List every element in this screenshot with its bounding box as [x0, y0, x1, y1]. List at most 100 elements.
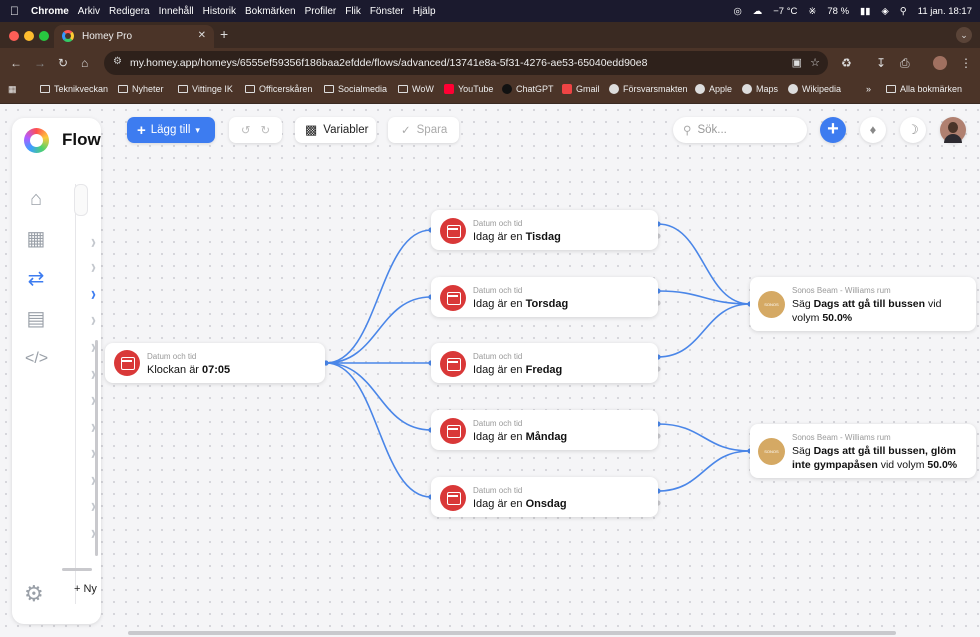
menu-item-bokmarken[interactable]: Bokmärken — [245, 6, 296, 17]
bluetooth-icon[interactable]: ※ — [808, 6, 816, 17]
bookmark-chatgpt[interactable]: ChatGPT — [502, 84, 554, 94]
cast-icon[interactable]: ▣ — [792, 56, 802, 69]
reload-icon[interactable]: ↻ — [58, 56, 68, 70]
all-bookmarks[interactable]: Alla bokmärken — [886, 84, 962, 94]
browser-chrome: Homey Pro ✕ + ⌄ ← → ↻ ⌂ ⚙ my.homey.app/h… — [0, 22, 980, 104]
folder-icon — [245, 85, 255, 93]
bookmark-star-icon[interactable]: ☆ — [810, 56, 820, 69]
menu-dots-icon[interactable]: ⋮ — [960, 56, 972, 70]
status-icon[interactable]: ◎ — [733, 6, 741, 17]
homey-app: Flow ⌂ ▦ ⇄ ▤ </> ❱ ❱ ❱ ❱ ❱ ❱ ❱ ❱ ❱ ❱ ❱ ❱… — [0, 104, 980, 637]
apple-icon[interactable]:  — [10, 4, 19, 18]
bookmark-maps[interactable]: Maps — [742, 84, 778, 94]
trigger-card[interactable]: Datum och tid Klockan är 07:05 — [105, 343, 325, 383]
action-device: Sonos Beam - Williams rum — [792, 433, 891, 442]
extensions-icon[interactable]: ♻ — [841, 56, 852, 70]
globe-icon — [695, 84, 705, 94]
address-bar[interactable]: ⚙ my.homey.app/homeys/6555ef59356f186baa… — [104, 51, 828, 75]
menu-item-hjalp[interactable]: Hjälp — [413, 6, 436, 17]
back-icon[interactable]: ← — [10, 56, 22, 70]
calendar-clock-icon — [440, 418, 466, 444]
print-icon[interactable]: ⎙ — [900, 56, 910, 71]
menu-item-historik[interactable]: Historik — [203, 6, 236, 17]
close-window-button[interactable] — [9, 31, 19, 41]
globe-icon — [788, 84, 798, 94]
tab-homey-pro[interactable]: Homey Pro ✕ — [54, 25, 214, 48]
cloud-icon: ☁ — [752, 5, 763, 17]
globe-icon — [742, 84, 752, 94]
datetime-text[interactable]: 11 jan. 18:17 — [918, 6, 972, 17]
action-card-sonos-2[interactable]: SONOS Sonos Beam - Williams rum Säg Dags… — [750, 424, 976, 478]
bookmark-officerskaren[interactable]: Officerskåren — [245, 84, 312, 94]
bookmark-socialmedia[interactable]: Socialmedia — [324, 84, 387, 94]
bookmark-gmail[interactable]: Gmail — [562, 84, 600, 94]
wire-condition-to-action[interactable] — [657, 303, 751, 358]
download-icon[interactable]: ↧ — [876, 56, 886, 70]
globe-icon — [609, 84, 619, 94]
condition-category: Datum och tid — [473, 486, 523, 495]
wire-condition-to-action[interactable] — [657, 423, 751, 452]
battery-icon[interactable]: ▮▮ — [860, 6, 870, 17]
minimize-window-button[interactable] — [24, 31, 34, 41]
bookmark-apple[interactable]: Apple — [695, 84, 732, 94]
condition-text: Idag är en Onsdag — [473, 498, 567, 510]
close-tab-icon[interactable]: ✕ — [198, 30, 206, 41]
wire-trigger-to-condition[interactable] — [325, 296, 432, 364]
action-device: Sonos Beam - Williams rum — [792, 286, 891, 295]
wire-trigger-to-condition[interactable] — [325, 229, 432, 364]
site-settings-icon[interactable]: ⚙ — [113, 56, 122, 67]
calendar-clock-icon — [114, 350, 140, 376]
bookmark-teknikveckan[interactable]: Teknikveckan — [40, 84, 108, 94]
maximize-window-button[interactable] — [39, 31, 49, 41]
menu-item-flik[interactable]: Flik — [345, 6, 361, 17]
homey-favicon-icon — [62, 30, 74, 42]
menu-item-arkiv[interactable]: Arkiv — [78, 6, 100, 17]
action-text: Säg Dags att gå till bussen, glöm inte g… — [792, 445, 958, 471]
condition-card-tisdag[interactable]: Datum och tid Idag är en Tisdag — [431, 210, 658, 250]
calendar-clock-icon — [440, 351, 466, 377]
search-icon[interactable]: ⚲ — [900, 6, 907, 17]
home-icon[interactable]: ⌂ — [81, 56, 88, 70]
tab-strip: Homey Pro ✕ + ⌄ — [0, 22, 980, 48]
menu-item-redigera[interactable]: Redigera — [109, 6, 150, 17]
apps-grid-icon[interactable]: ▦ — [8, 84, 17, 95]
action-card-sonos-1[interactable]: SONOS Sonos Beam - Williams rum Säg Dags… — [750, 277, 976, 331]
folder-icon — [324, 85, 334, 93]
wire-condition-to-action[interactable] — [657, 450, 751, 492]
wire-trigger-to-condition[interactable] — [325, 362, 432, 498]
folder-icon — [178, 85, 188, 93]
condition-text: Idag är en Torsdag — [473, 298, 569, 310]
bookmark-wow[interactable]: WoW — [398, 84, 434, 94]
profile-avatar[interactable] — [933, 56, 947, 70]
wifi-icon[interactable]: ◈ — [881, 6, 888, 17]
tab-title: Homey Pro — [82, 31, 133, 42]
condition-card-fredag[interactable]: Datum och tid Idag är en Fredag — [431, 343, 658, 383]
bookmark-youtube[interactable]: YouTube — [444, 84, 493, 94]
folder-icon — [118, 85, 128, 93]
menu-item-innehall[interactable]: Innehåll — [159, 6, 194, 17]
bookmark-vittinge-ik[interactable]: Vittinge IK — [178, 84, 233, 94]
condition-category: Datum och tid — [473, 286, 523, 295]
sonos-icon: SONOS — [758, 291, 785, 318]
tab-search-chevron-icon[interactable]: ⌄ — [956, 27, 972, 43]
weather-text[interactable]: −7 °C — [773, 6, 797, 17]
more-bookmarks-icon[interactable]: » — [866, 84, 871, 94]
menu-app-name[interactable]: Chrome — [31, 6, 69, 17]
condition-card-mandag[interactable]: Datum och tid Idag är en Måndag — [431, 410, 658, 450]
menu-item-fonster[interactable]: Fönster — [370, 6, 404, 17]
battery-text[interactable]: 78 % — [827, 6, 849, 17]
wire-trigger-to-condition[interactable] — [325, 362, 432, 431]
canvas-scrollbar[interactable] — [128, 631, 896, 635]
bookmark-forsvarsmakten[interactable]: Försvarsmakten — [609, 84, 688, 94]
sonos-icon: SONOS — [758, 438, 785, 465]
url-text[interactable]: my.homey.app/homeys/6555ef59356f186baa2e… — [130, 57, 647, 69]
condition-card-onsdag[interactable]: Datum och tid Idag är en Onsdag — [431, 477, 658, 517]
bookmark-wikipedia[interactable]: Wikipedia — [788, 84, 841, 94]
calendar-clock-icon — [440, 218, 466, 244]
menu-item-profiler[interactable]: Profiler — [305, 6, 337, 17]
new-tab-button[interactable]: + — [220, 26, 228, 42]
folder-icon — [40, 85, 50, 93]
condition-card-torsdag[interactable]: Datum och tid Idag är en Torsdag — [431, 277, 658, 317]
bookmark-nyheter[interactable]: Nyheter — [118, 84, 164, 94]
forward-icon[interactable]: → — [34, 56, 46, 70]
